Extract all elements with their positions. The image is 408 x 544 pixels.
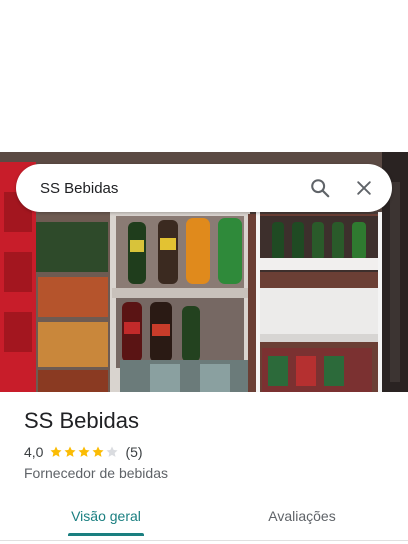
place-category[interactable]: Fornecedor de bebidas	[24, 465, 168, 481]
tab-overview[interactable]: Visão geral	[68, 496, 144, 536]
map-area-blank	[0, 0, 408, 152]
rating-stars	[49, 445, 119, 459]
rating-row[interactable]: 4,0 (5)	[24, 444, 143, 460]
search-input[interactable]: SS Bebidas	[16, 180, 298, 197]
star-filled-icon	[92, 446, 105, 457]
search-icon	[311, 179, 330, 198]
place-name: SS Bebidas	[24, 408, 139, 433]
search-bar[interactable]: SS Bebidas	[16, 164, 392, 212]
search-button[interactable]	[298, 166, 342, 210]
tab-reviews[interactable]: Avaliações	[262, 496, 342, 536]
star-filled-icon	[64, 446, 77, 457]
review-count: (5)	[125, 444, 143, 460]
star-filled-icon	[78, 446, 91, 457]
star-empty-icon	[106, 446, 119, 457]
rating-value: 4,0	[24, 444, 44, 460]
star-filled-icon	[50, 446, 63, 457]
close-button[interactable]	[342, 166, 386, 210]
tab-selected-indicator	[68, 533, 144, 536]
tabs-divider	[0, 540, 408, 541]
tab-bar: Visão geral Avaliações	[0, 496, 408, 536]
close-icon	[357, 181, 371, 195]
